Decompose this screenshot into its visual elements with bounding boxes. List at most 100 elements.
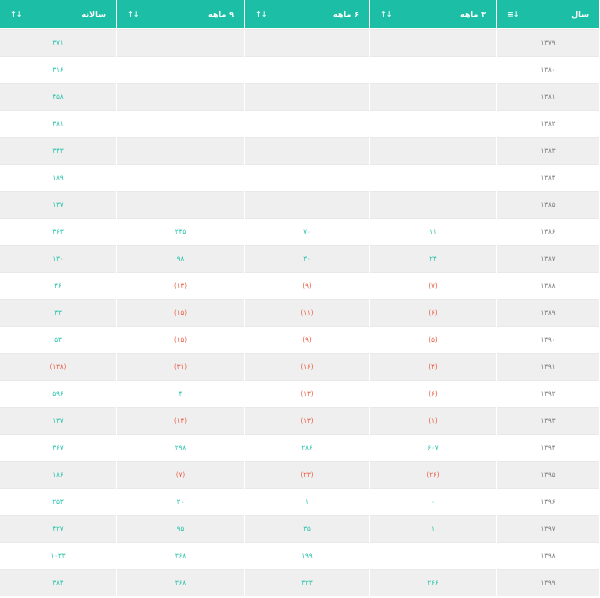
cell-q6 <box>245 83 369 110</box>
cell-q3: (۴) <box>370 353 496 380</box>
table-row: ۱۳۸۲ ۳۸۱ <box>0 110 599 137</box>
cell-year: ۱۳۹۶ <box>497 488 599 515</box>
cell-annual: (۱۳۸) <box>0 353 116 380</box>
table-row: ۱۳۹۳ (۱) (۱۳) (۱۴) ۱۳۷ <box>0 407 599 434</box>
cell-q6: (۱۶) <box>245 353 369 380</box>
cell-q3: ۲۴ <box>370 245 496 272</box>
column-header-q9[interactable]: ۹ ماهه ↓↑ <box>117 0 244 29</box>
cell-q9: ۹۵ <box>117 515 244 542</box>
cell-q9: ۲۰ <box>117 488 244 515</box>
cell-q6: ۳۲۳ <box>245 569 369 596</box>
table-row: ۱۳۸۸ (۷) (۹) (۱۳) ۴۶ <box>0 272 599 299</box>
header-label-year: سال <box>571 9 589 19</box>
cell-q9: (۳۱) <box>117 353 244 380</box>
cell-annual: ۲۵۳ <box>0 488 116 515</box>
cell-q3: (۷) <box>370 272 496 299</box>
cell-q3: (۵) <box>370 326 496 353</box>
cell-year: ۱۳۹۸ <box>497 542 599 569</box>
cell-annual: ۱۸۹ <box>0 164 116 191</box>
cell-q3: ۶۰۷ <box>370 434 496 461</box>
table-row: ۱۳۸۶ ۱۱ ۷۰ ۲۴۵ ۳۶۳ <box>0 218 599 245</box>
column-header-year[interactable]: سال ↓≡ <box>497 0 599 29</box>
cell-annual: ۱۳۰ <box>0 245 116 272</box>
cell-year: ۱۳۸۰ <box>497 56 599 83</box>
cell-annual: ۳۳ <box>0 299 116 326</box>
sort-arrows-icon[interactable]: ↓↑ <box>10 10 22 19</box>
data-table: سال ↓≡ ۳ ماهه ↓↑ ۶ ماهه ↓↑ ۹ ماهه ↓↑ سال… <box>0 0 600 596</box>
cell-q6 <box>245 164 369 191</box>
column-header-q3[interactable]: ۳ ماهه ↓↑ <box>370 0 496 29</box>
header-label-q6: ۶ ماهه <box>332 9 359 19</box>
column-header-q6[interactable]: ۶ ماهه ↓↑ <box>245 0 369 29</box>
cell-q3: (۲۶) <box>370 461 496 488</box>
cell-annual: ۱۳۷ <box>0 407 116 434</box>
sort-arrows-icon[interactable]: ↓↑ <box>255 10 267 19</box>
cell-q6 <box>245 110 369 137</box>
cell-q3 <box>370 110 496 137</box>
cell-year: ۱۳۹۱ <box>497 353 599 380</box>
cell-q9 <box>117 164 244 191</box>
cell-q6: ۱۹۹ <box>245 542 369 569</box>
cell-q3 <box>370 542 496 569</box>
table-row: ۱۳۹۷ ۱ ۳۵ ۹۵ ۴۲۷ <box>0 515 599 542</box>
cell-q6: (۲۳) <box>245 461 369 488</box>
cell-annual: ۳۸۴ <box>0 569 116 596</box>
table-row: ۱۳۸۹ (۶) (۱۱) (۱۵) ۳۳ <box>0 299 599 326</box>
table-body: ۱۳۷۹ ۳۷۱ ۱۳۸۰ ۳۱۶ ۱۳۸۱ ۴۵۸ ۱۳۸۲ ۳۸۱ ۱۳۸۳ ۳۴۳ ۱۳۸۴ ۱… <box>0 29 599 596</box>
cell-q9 <box>117 56 244 83</box>
cell-q9 <box>117 137 244 164</box>
cell-annual: ۴۲۷ <box>0 515 116 542</box>
sort-amount-icon[interactable]: ↓≡ <box>507 10 519 19</box>
cell-annual: ۱۰۳۳ <box>0 542 116 569</box>
sort-arrows-icon[interactable]: ↓↑ <box>127 10 139 19</box>
cell-year: ۱۳۸۳ <box>497 137 599 164</box>
cell-q3: ۰ <box>370 488 496 515</box>
cell-q9 <box>117 191 244 218</box>
cell-annual: ۳۸۱ <box>0 110 116 137</box>
header-row: سال ↓≡ ۳ ماهه ↓↑ ۶ ماهه ↓↑ ۹ ماهه ↓↑ سال… <box>0 0 599 29</box>
cell-annual: ۳۴۳ <box>0 137 116 164</box>
cell-q6: ۳۵ <box>245 515 369 542</box>
cell-q3: (۶) <box>370 380 496 407</box>
cell-q6: (۱۳) <box>245 380 369 407</box>
cell-q6: (۹) <box>245 326 369 353</box>
header-label-annual: سالانه <box>81 9 106 19</box>
cell-year: ۱۳۸۱ <box>497 83 599 110</box>
cell-q9: (۱۵) <box>117 326 244 353</box>
column-header-annual[interactable]: سالانه ↓↑ <box>0 0 116 29</box>
cell-q9: (۱۵) <box>117 299 244 326</box>
cell-year: ۱۳۷۹ <box>497 29 599 56</box>
table-row: ۱۳۸۷ ۲۴ ۳۰ ۹۸ ۱۳۰ <box>0 245 599 272</box>
cell-q6: ۷۰ <box>245 218 369 245</box>
cell-q3: (۱) <box>370 407 496 434</box>
table-row: ۱۳۸۱ ۴۵۸ <box>0 83 599 110</box>
sort-arrows-icon[interactable]: ↓↑ <box>380 10 392 19</box>
cell-q6: ۱ <box>245 488 369 515</box>
cell-annual: ۵۹۶ <box>0 380 116 407</box>
table-row: ۱۳۹۵ (۲۶) (۲۳) (۷) ۱۸۶ <box>0 461 599 488</box>
table-row: ۱۳۹۲ (۶) (۱۳) ۴ ۵۹۶ <box>0 380 599 407</box>
cell-q9: ۲۹۸ <box>117 434 244 461</box>
cell-annual: ۴۵۸ <box>0 83 116 110</box>
header-label-q3: ۳ ماهه <box>459 9 486 19</box>
cell-q9: ۲۴۵ <box>117 218 244 245</box>
cell-q6: (۱۳) <box>245 407 369 434</box>
cell-annual: ۳۶۳ <box>0 218 116 245</box>
cell-q3: ۱ <box>370 515 496 542</box>
cell-q9: ۹۸ <box>117 245 244 272</box>
cell-q3 <box>370 56 496 83</box>
cell-q9: (۱۴) <box>117 407 244 434</box>
cell-year: ۱۳۹۳ <box>497 407 599 434</box>
cell-q6: (۹) <box>245 272 369 299</box>
cell-q6 <box>245 191 369 218</box>
cell-year: ۱۳۹۷ <box>497 515 599 542</box>
cell-q3 <box>370 191 496 218</box>
cell-annual: ۳۷۱ <box>0 29 116 56</box>
table-row: ۱۳۸۰ ۳۱۶ <box>0 56 599 83</box>
table-row: ۱۳۸۴ ۱۸۹ <box>0 164 599 191</box>
cell-q6: (۱۱) <box>245 299 369 326</box>
table-row: ۱۳۸۳ ۳۴۳ <box>0 137 599 164</box>
cell-annual: ۵۳ <box>0 326 116 353</box>
cell-q6 <box>245 56 369 83</box>
cell-year: ۱۳۸۸ <box>497 272 599 299</box>
